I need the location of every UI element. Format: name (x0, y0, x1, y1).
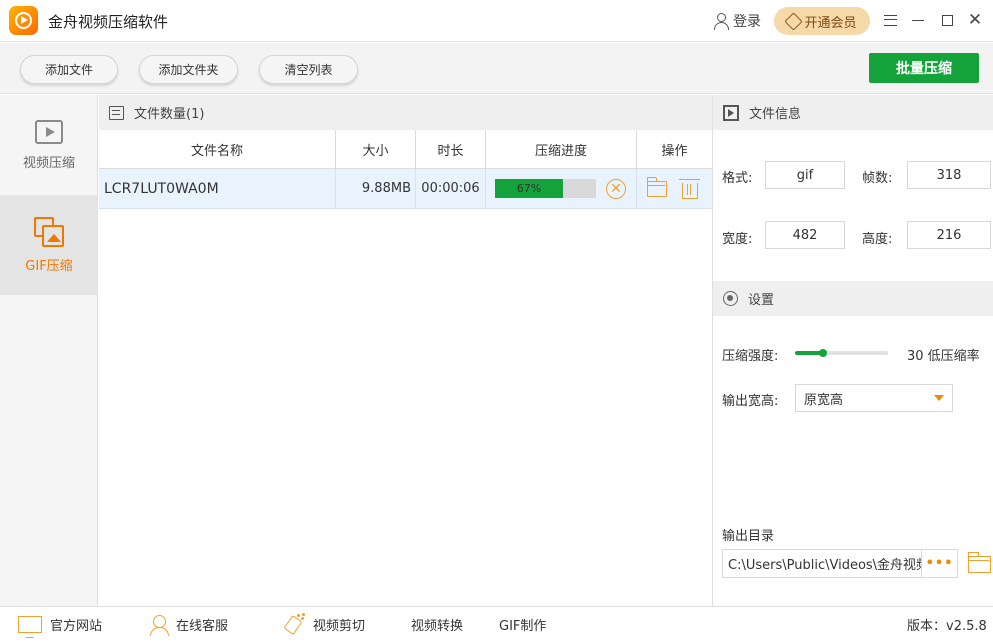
settings-title: 设置 (748, 293, 775, 308)
strength-value: 30 低压缩率 (907, 349, 980, 364)
height-label: 高度: (862, 232, 893, 247)
online-service-link[interactable]: 在线客服 (150, 607, 228, 641)
settings-header: 设置 (713, 281, 993, 316)
nav-item-gif-compress[interactable]: GIF压缩 (0, 195, 98, 295)
vip-button[interactable]: 开通会员 (774, 7, 870, 35)
file-name: LCR7LUT0WA0M (99, 169, 336, 208)
status-bar: 官方网站 在线客服 视频剪切 视频转换 GIF制作 版本：v2.5.8 (0, 606, 993, 641)
file-list-icon (109, 105, 124, 120)
browse-more-button[interactable]: ••• (921, 550, 957, 577)
output-size-value: 原宽高 (804, 392, 844, 408)
strength-slider[interactable] (795, 349, 888, 357)
output-dir-path: C:\Users\Public\Videos\金舟视频压缩软件 (728, 558, 921, 573)
frames-field: 318 (907, 161, 991, 189)
login-button[interactable]: 登录 (714, 11, 761, 31)
progress-text: 67% (516, 182, 542, 195)
output-dir-label: 输出目录 (722, 529, 775, 544)
title-bar: 金舟视频压缩软件 登录 开通会员 ✕ (0, 0, 993, 42)
file-table: 文件名称 大小 时长 压缩进度 操作 LCR7LUT0WA0M 9.88MB 0… (99, 130, 712, 209)
column-header-size: 大小 (336, 130, 416, 168)
customer-service-icon (150, 614, 169, 636)
file-duration: 00:00:06 (416, 169, 486, 208)
nav-item-label: 视频压缩 (22, 155, 75, 171)
output-size-label: 输出宽高: (722, 394, 779, 409)
app-title: 金舟视频压缩软件 (48, 13, 169, 31)
table-row[interactable]: LCR7LUT0WA0M 9.88MB 00:00:06 67% ✕ (99, 169, 712, 209)
file-size: 9.88MB (336, 169, 416, 208)
cancel-icon[interactable]: ✕ (606, 178, 626, 199)
clear-list-button[interactable]: 清空列表 (259, 55, 358, 84)
website-link[interactable]: 官方网站 (18, 607, 102, 641)
nav-item-video-compress[interactable]: 视频压缩 (0, 95, 98, 195)
vip-label: 开通会员 (804, 15, 857, 31)
flashlight-icon (283, 613, 305, 636)
batch-compress-button[interactable]: 批量压缩 (869, 53, 979, 83)
video-edit-label: 视频剪切 (313, 619, 366, 634)
gif-make-link[interactable]: GIF制作 (499, 607, 546, 641)
strength-label: 压缩强度: (722, 349, 779, 364)
menu-icon[interactable] (878, 8, 902, 32)
open-folder-icon[interactable] (646, 176, 667, 197)
user-icon (714, 13, 729, 30)
open-output-folder-icon[interactable] (967, 552, 991, 573)
video-edit-link[interactable]: 视频剪切 (283, 607, 365, 641)
slider-thumb[interactable] (818, 349, 827, 357)
width-label: 宽度: (722, 232, 753, 247)
column-header-actions: 操作 (661, 143, 688, 159)
column-header-progress: 压缩进度 (486, 130, 637, 168)
left-nav: 视频压缩 GIF压缩 (0, 95, 98, 606)
output-dir-field[interactable]: C:\Users\Public\Videos\金舟视频压缩软件 ••• (722, 549, 958, 578)
width-field: 482 (765, 221, 845, 249)
right-panel: 文件信息 格式: gif 帧数: 318 宽度: 482 高度: 216 设置 … (712, 95, 993, 606)
add-file-button[interactable]: 添加文件 (20, 55, 118, 84)
gif-image-icon (34, 216, 64, 247)
output-size-select[interactable]: 原宽高 (795, 384, 953, 412)
column-header-name: 文件名称 (99, 130, 336, 168)
nav-item-label: GIF压缩 (25, 258, 73, 274)
video-convert-label: 视频转换 (411, 619, 464, 634)
diamond-icon (784, 11, 804, 31)
progress-bar: 67% (495, 179, 596, 198)
frames-label: 帧数: (862, 171, 893, 186)
add-folder-button[interactable]: 添加文件夹 (139, 55, 238, 84)
height-field: 216 (907, 221, 991, 249)
service-label: 在线客服 (176, 619, 229, 634)
file-count-label: 文件数量(1) (134, 107, 205, 122)
file-info-title: 文件信息 (749, 107, 802, 122)
maximize-icon[interactable] (935, 8, 959, 32)
app-logo-icon (9, 6, 38, 35)
file-info-header: 文件信息 (713, 95, 993, 130)
chevron-down-icon (934, 395, 944, 401)
video-play-icon (35, 119, 63, 144)
settings-radio-icon (723, 291, 738, 306)
file-info-icon (723, 104, 739, 121)
website-label: 官方网站 (50, 619, 103, 634)
version-label: 版本：v2.5.8 (907, 619, 987, 634)
format-field: gif (765, 161, 845, 189)
file-progress-cell: 67% ✕ (486, 169, 637, 208)
minimize-icon[interactable] (906, 8, 930, 32)
login-label: 登录 (733, 14, 761, 30)
monitor-icon (18, 616, 42, 638)
video-convert-link[interactable]: 视频转换 (411, 607, 463, 641)
toolbar: 添加文件 添加文件夹 清空列表 批量压缩 (0, 43, 993, 94)
file-count-header: 文件数量(1) (99, 95, 712, 130)
format-label: 格式: (722, 171, 753, 186)
trash-icon[interactable] (679, 178, 700, 199)
column-header-duration: 时长 (416, 130, 486, 168)
table-header: 文件名称 大小 时长 压缩进度 操作 (99, 130, 712, 169)
close-icon[interactable]: ✕ (963, 8, 987, 32)
gif-make-label: GIF制作 (499, 619, 547, 634)
file-actions-cell (637, 169, 712, 208)
